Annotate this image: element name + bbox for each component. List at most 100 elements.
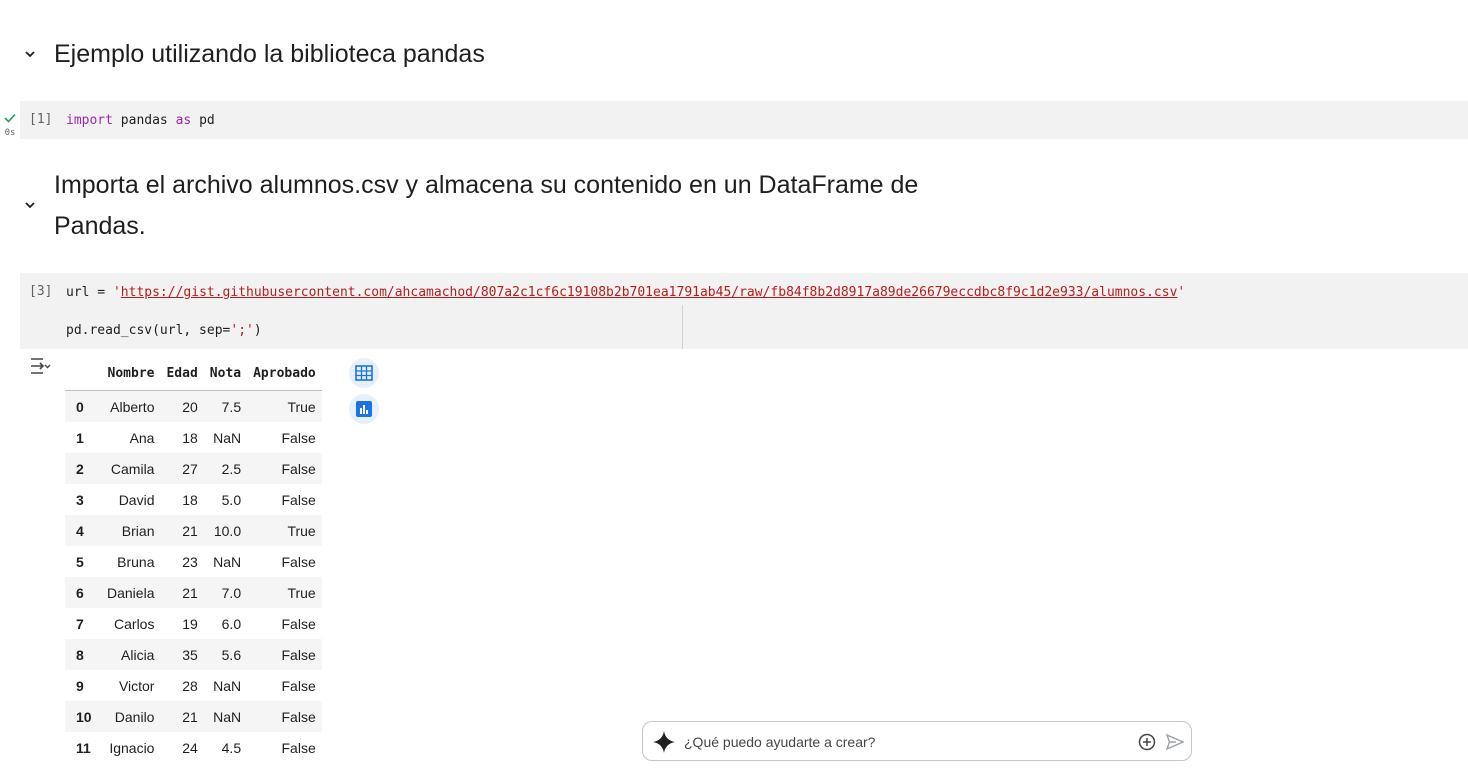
cell-nota: 10.0 [213, 522, 242, 539]
code-line[interactable]: import pandas as pd [66, 113, 215, 128]
execution-count[interactable]: [3] [29, 284, 52, 299]
cell-nota: 5.6 [221, 646, 242, 663]
send-icon[interactable] [1166, 734, 1184, 750]
ruler-divider [682, 305, 683, 349]
table-icon [355, 365, 373, 381]
check-icon [4, 113, 16, 123]
cell-nombre: Ana [129, 429, 155, 446]
cell-nombre: Alicia [121, 646, 155, 663]
code-cell[interactable]: [1] import pandas as pd [20, 101, 1468, 139]
cell-nota: 7.5 [221, 398, 242, 415]
table-row: 11 Ignacio 24 4.5 False [65, 732, 322, 763]
cell-edad: 21 [182, 708, 198, 725]
ai-chat-bar[interactable]: ¿Qué puedo ayudarte a crear? [642, 721, 1192, 761]
table-row: 7 Carlos 19 6.0 False [65, 608, 322, 639]
url-link[interactable]: https://gist.githubusercontent.com/ahcam… [121, 285, 1178, 300]
code-line[interactable]: pd.read_csv(url, sep=';') [66, 323, 262, 338]
cell-edad: 24 [182, 739, 198, 756]
cell-run-status: 0s [3, 110, 17, 138]
cell-nota: NaN [213, 429, 242, 446]
cell-edad: 21 [182, 584, 198, 601]
cell-aprobado: False [281, 460, 316, 477]
cell-edad: 18 [182, 491, 198, 508]
chart-suggest-button[interactable] [349, 394, 379, 424]
execution-count[interactable]: [1] [29, 112, 52, 127]
cell-aprobado: False [281, 646, 316, 663]
row-index: 7 [76, 615, 84, 632]
row-index: 3 [76, 491, 84, 508]
column-header: Nota [209, 365, 242, 381]
keyword-token: import [66, 113, 113, 128]
cell-nota: 7.0 [221, 584, 242, 601]
run-time-label: 0s [4, 128, 16, 138]
row-index: 10 [76, 708, 92, 725]
cell-aprobado: False [281, 429, 316, 446]
column-header: Aprobado [253, 365, 316, 381]
row-index: 8 [76, 646, 84, 663]
cell-edad: 18 [182, 429, 198, 446]
row-index: 1 [76, 429, 84, 446]
cell-nombre: Ignacio [109, 739, 155, 756]
cell-nombre: Danilo [114, 708, 155, 725]
cell-nota: 5.0 [221, 491, 242, 508]
cell-nombre: Alberto [110, 398, 155, 415]
table-row: 1 Ana 18 NaN False [65, 422, 322, 453]
cell-aprobado: False [281, 677, 316, 694]
cell-aprobado: False [281, 739, 316, 756]
module-token: pandas [112, 113, 176, 128]
cell-edad: 19 [182, 615, 198, 632]
index-header [65, 356, 101, 391]
row-index: 0 [76, 398, 84, 415]
cell-nombre: Victor [118, 677, 155, 694]
section-collapse-chevron-icon[interactable] [20, 195, 40, 215]
cell-aprobado: True [287, 584, 316, 601]
cell-nota: NaN [213, 677, 242, 694]
chat-input[interactable]: ¿Qué puedo ayudarte a crear? [684, 734, 875, 750]
dataframe-table: Nombre Edad Nota Aprobado 0 Alberto 20 7.5 T… [65, 356, 322, 763]
plus-circle-icon[interactable] [1138, 733, 1156, 751]
cell-nota: NaN [213, 553, 242, 570]
table-row: 10 Danilo 21 NaN False [65, 701, 322, 732]
table-row: 8 Alicia 35 5.6 False [65, 639, 322, 670]
cell-aprobado: True [287, 398, 316, 415]
code-cell[interactable]: [3] url = 'https://gist.githubuserconten… [20, 273, 1468, 349]
table-row: 2 Camila 27 2.5 False [65, 453, 322, 484]
table-view-button[interactable] [349, 358, 379, 388]
cell-aprobado: False [281, 615, 316, 632]
output-toggle-icon[interactable] [29, 357, 53, 377]
table-row: 9 Victor 28 NaN False [65, 670, 322, 701]
section-heading: Importa el archivo alumnos.csv y almacen… [54, 171, 919, 199]
cell-edad: 20 [182, 398, 198, 415]
section-heading: Ejemplo utilizando la biblioteca pandas [54, 40, 485, 68]
row-index: 5 [76, 553, 84, 570]
cell-nombre: Bruna [117, 553, 155, 570]
column-header: Nombre [107, 365, 155, 381]
code-line[interactable]: url = 'https://gist.githubusercontent.co… [66, 285, 1185, 300]
cell-edad: 23 [182, 553, 198, 570]
string-token: ' [1177, 285, 1186, 300]
code-token: url = [66, 285, 113, 300]
table-row: 4 Brian 21 10.0 True [65, 515, 322, 546]
sparkle-icon [653, 731, 675, 753]
cell-aprobado: False [281, 553, 316, 570]
bar-chart-icon [356, 401, 372, 417]
cell-edad: 35 [182, 646, 198, 663]
row-index: 6 [76, 584, 84, 601]
cell-nota: 4.5 [221, 739, 242, 756]
table-row: 0 Alberto 20 7.5 True [65, 390, 322, 422]
section-collapse-chevron-icon[interactable] [20, 44, 40, 64]
row-index: 11 [76, 739, 91, 756]
cell-nombre: Camila [110, 460, 155, 477]
cell-edad: 21 [182, 522, 198, 539]
table-row: 3 David 18 5.0 False [65, 484, 322, 515]
row-index: 4 [76, 522, 84, 539]
table-row: 5 Bruna 23 NaN False [65, 546, 322, 577]
cell-edad: 27 [182, 460, 198, 477]
cell-aprobado: False [281, 491, 316, 508]
code-token: pd.read_csv(url, sep= [66, 323, 231, 338]
cell-nota: 6.0 [221, 615, 242, 632]
keyword-token: as [175, 113, 192, 128]
cell-aprobado: True [287, 522, 316, 539]
cell-nota: NaN [213, 708, 242, 725]
cell-nombre: Brian [121, 522, 155, 539]
